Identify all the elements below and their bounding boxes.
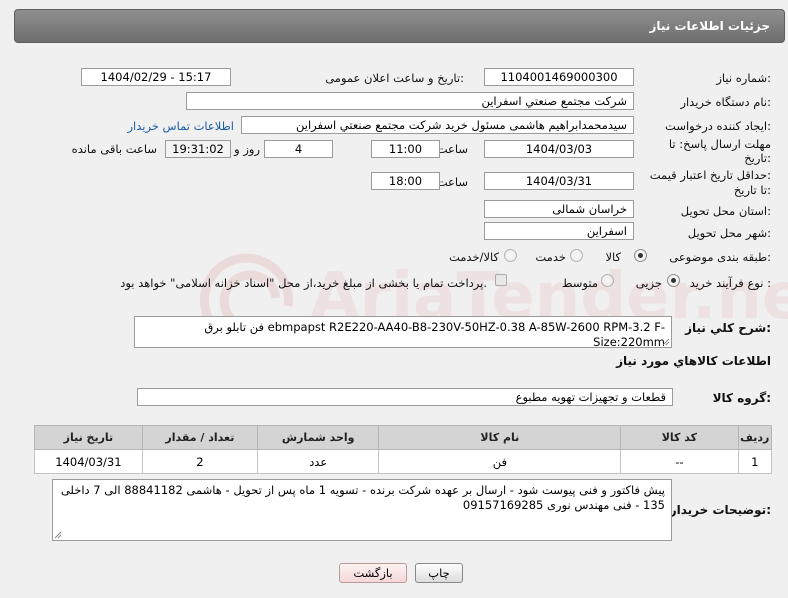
buyer-org-field: شرکت مجتمع صنعتي اسفراين [186, 92, 634, 110]
description-label: شرح کلي نياز: [685, 321, 771, 335]
days-label: روز و [234, 142, 260, 156]
buyer-notes-textarea[interactable]: پیش فاکتور و فنی پیوست شود - ارسال بر عه… [52, 479, 672, 541]
goods-group-label: گروه کالا: [712, 391, 771, 405]
price-validity-date: 1404/03/31 [484, 172, 634, 190]
process-radio-minor[interactable] [667, 274, 680, 287]
col-row: ردیف [737, 425, 772, 450]
remaining-time: 19:31:02 [165, 140, 231, 158]
reply-deadline-time-label: ساعت [436, 142, 468, 156]
price-validity-time: 18:00 [371, 172, 440, 190]
process-option-minor: جزیی [635, 276, 662, 290]
buyer-contact-link[interactable]: اطلاعات تماس خریدار [127, 119, 234, 133]
description-textarea[interactable]: فن تابلو برق ebmpapst R2E220-AA40-B8-230… [134, 316, 672, 349]
delivery-city-label: شهر محل تحویل: [687, 226, 771, 240]
table-row: 1 -- فن عدد 2 1404/03/31 [34, 449, 772, 474]
cell-row: 1 [737, 449, 772, 474]
remaining-days: 4 [264, 140, 333, 158]
category-option-service: خدمت [535, 250, 566, 264]
reply-deadline-label: مهلت ارسال پاسخ: تا [668, 137, 771, 151]
print-button[interactable]: چاپ [415, 563, 463, 583]
requester-field: سیدمحمدابراهیم هاشمی مسئول خرید شرکت مجت… [241, 116, 634, 134]
treasury-payment-note: پرداخت تمام یا بخشی از مبلغ خرید،از محل … [120, 276, 487, 290]
goods-info-title: اطلاعات کالاهاي مورد نياز [616, 354, 771, 368]
cell-date: 1404/03/31 [34, 449, 143, 474]
goods-table: ردیف کد کالا نام کالا واحد شمارش تعداد /… [34, 425, 772, 474]
announce-datetime-field: 1404/02/29 - 15:17 [81, 68, 231, 86]
buyer-notes-text: پیش فاکتور و فنی پیوست شود - ارسال بر عه… [60, 483, 665, 512]
treasury-payment-checkbox[interactable] [495, 274, 507, 286]
purchase-process-label: نوع فرآیند خرید : [689, 276, 771, 290]
page-title: جزئیات اطلاعات نیاز [649, 19, 770, 33]
cell-name: فن [378, 449, 622, 474]
remaining-time-label: ساعت باقی مانده [71, 142, 157, 156]
cell-unit: عدد [256, 449, 380, 474]
need-number-field: 1104001469000300 [484, 68, 634, 86]
col-qty: تعداد / مقدار [141, 425, 258, 450]
process-option-medium: متوسط [561, 276, 598, 290]
category-option-goods: کالا [605, 250, 621, 264]
resize-handle-icon[interactable] [662, 338, 670, 346]
price-validity-time-label: ساعت [436, 175, 468, 189]
buyer-org-label: نام دستگاه خریدار: [680, 95, 771, 109]
delivery-province-label: استان محل تحویل: [680, 204, 771, 218]
col-date: تاریخ نیاز [34, 425, 143, 450]
col-name: نام کالا [378, 425, 622, 450]
back-button[interactable]: بازگشت [339, 563, 407, 583]
cell-code: -- [620, 449, 739, 474]
need-number-label: شماره نیاز: [716, 71, 771, 85]
buyer-notes-label: توضیحات خریدار: [669, 503, 771, 517]
description-text: فن تابلو برق ebmpapst R2E220-AA40-B8-230… [204, 320, 665, 349]
cell-qty: 2 [141, 449, 258, 474]
category-label: طبقه بندی موضوعی: [669, 250, 771, 264]
page-header: جزئیات اطلاعات نیاز [14, 9, 785, 43]
category-radio-goods[interactable] [634, 249, 647, 262]
col-code: کد کالا [620, 425, 739, 450]
requester-label: ایجاد کننده درخواست: [665, 119, 771, 133]
category-option-goods-service: کالا/خدمت [448, 250, 499, 264]
price-validity-label-date: تا تاریخ: [733, 183, 771, 197]
category-radio-goods-service[interactable] [504, 249, 517, 262]
delivery-province-field: خراسان شمالی [484, 200, 634, 218]
table-header-row: ردیف کد کالا نام کالا واحد شمارش تعداد /… [34, 425, 772, 450]
announce-datetime-label: تاریخ و ساعت اعلان عمومی: [325, 71, 464, 85]
reply-deadline-date: 1404/03/03 [484, 140, 634, 158]
category-radio-service[interactable] [570, 249, 583, 262]
col-unit: واحد شمارش [256, 425, 380, 450]
reply-deadline-time: 11:00 [371, 140, 440, 158]
need-details-page: AriaTender.net جزئیات اطلاعات نیاز شماره… [0, 0, 788, 598]
goods-group-field: قطعات و تجهیزات تهویه مطبوع [137, 388, 673, 406]
reply-deadline-label-date: تاریخ: [744, 151, 771, 165]
process-radio-medium[interactable] [601, 274, 614, 287]
resize-handle-icon[interactable] [54, 531, 62, 539]
price-validity-label: حداقل تاریخ اعتبار قیمت: [649, 168, 771, 182]
delivery-city-field: اسفراین [484, 222, 634, 240]
